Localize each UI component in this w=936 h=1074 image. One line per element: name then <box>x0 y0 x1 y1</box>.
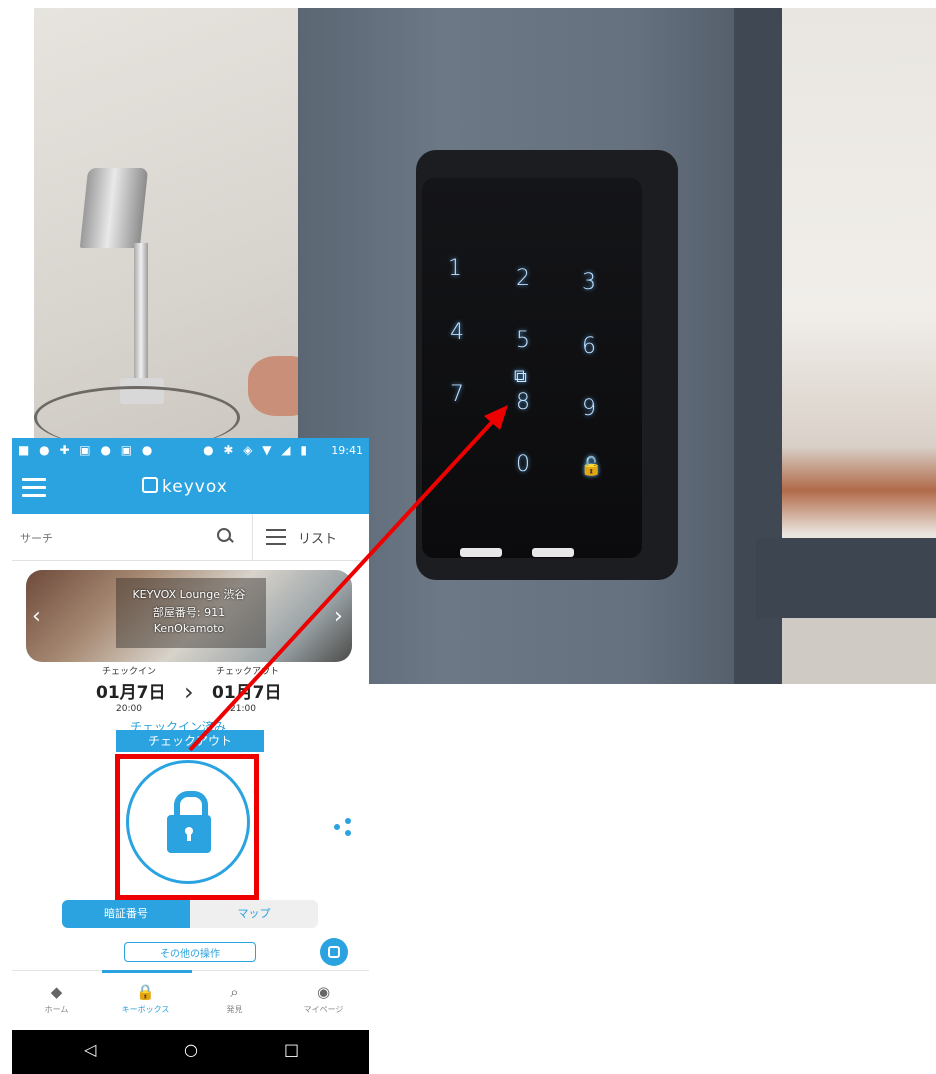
annotation-arrow <box>188 405 508 752</box>
arrow-line <box>188 418 496 752</box>
